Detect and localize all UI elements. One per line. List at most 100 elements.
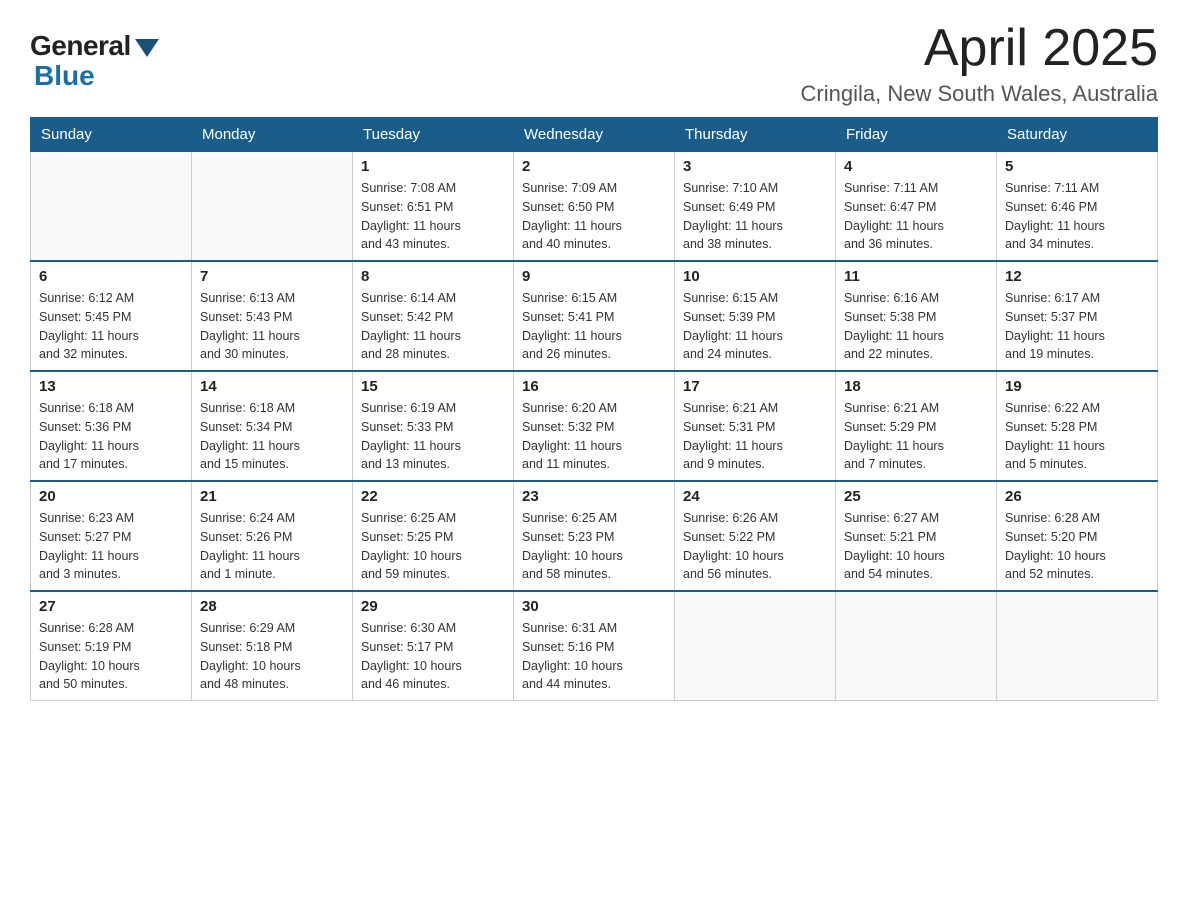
calendar-day-cell: 7Sunrise: 6:13 AM Sunset: 5:43 PM Daylig… — [192, 261, 353, 371]
day-number: 12 — [1005, 268, 1149, 285]
day-number: 21 — [200, 488, 344, 505]
day-number: 10 — [683, 268, 827, 285]
day-number: 17 — [683, 378, 827, 395]
day-info: Sunrise: 6:26 AM Sunset: 5:22 PM Dayligh… — [683, 509, 827, 584]
calendar-day-cell: 15 Sunrise: 6:19 AM Sunset: 5:33 PM Dayli… — [353, 371, 514, 481]
calendar-week-row: 1 Sunrise: 7:08 AM Sunset: 6:51 PM Daylig… — [31, 152, 1158, 262]
day-number: 8 — [361, 268, 505, 285]
calendar-week-row: 20Sunrise: 6:23 AM Sunset: 5:27 PM Dayli… — [31, 481, 1158, 591]
page-title: April 2025 — [801, 20, 1158, 77]
logo: General Blue — [30, 30, 159, 92]
day-info: Sunrise: 7:08 AM Sunset: 6:51 PM Dayligh… — [361, 179, 505, 254]
day-number: 3 — [683, 158, 827, 175]
day-info: Sunrise: 6:21 AM Sunset: 5:29 PM Dayligh… — [844, 399, 988, 474]
day-info: Sunrise: 6:22 AM Sunset: 5:28 PM Dayligh… — [1005, 399, 1149, 474]
day-info: Sunrise: 6:27 AM Sunset: 5:21 PM Dayligh… — [844, 509, 988, 584]
calendar-week-row: 27Sunrise: 6:28 AM Sunset: 5:19 PM Dayli… — [31, 591, 1158, 701]
calendar-day-cell: 8 Sunrise: 6:14 AM Sunset: 5:42 PM Daylig… — [353, 261, 514, 371]
day-number: 22 — [361, 488, 505, 505]
logo-arrow-icon — [135, 39, 159, 57]
day-info: Sunrise: 7:10 AM Sunset: 6:49 PM Dayligh… — [683, 179, 827, 254]
day-number: 14 — [200, 378, 344, 395]
weekday-header: Thursday — [675, 118, 836, 152]
day-number: 26 — [1005, 488, 1149, 505]
calendar-table: SundayMondayTuesdayWednesdayThursdayFrid… — [30, 117, 1158, 701]
calendar-day-cell: 4 Sunrise: 7:11 AM Sunset: 6:47 PM Daylig… — [836, 152, 997, 262]
calendar-day-cell: 26 Sunrise: 6:28 AM Sunset: 5:20 PM Dayli… — [997, 481, 1158, 591]
calendar-day-cell: 20Sunrise: 6:23 AM Sunset: 5:27 PM Dayli… — [31, 481, 192, 591]
day-info: Sunrise: 6:14 AM Sunset: 5:42 PM Dayligh… — [361, 289, 505, 364]
calendar-week-row: 13Sunrise: 6:18 AM Sunset: 5:36 PM Dayli… — [31, 371, 1158, 481]
day-info: Sunrise: 6:29 AM Sunset: 5:18 PM Dayligh… — [200, 619, 344, 694]
day-info: Sunrise: 6:23 AM Sunset: 5:27 PM Dayligh… — [39, 509, 183, 584]
logo-general-text: General — [30, 30, 131, 62]
page-header: General Blue April 2025 Cringila, New So… — [30, 20, 1158, 107]
calendar-day-cell: 9 Sunrise: 6:15 AM Sunset: 5:41 PM Daylig… — [514, 261, 675, 371]
day-info: Sunrise: 6:30 AM Sunset: 5:17 PM Dayligh… — [361, 619, 505, 694]
day-number: 4 — [844, 158, 988, 175]
day-info: Sunrise: 6:31 AM Sunset: 5:16 PM Dayligh… — [522, 619, 666, 694]
day-info: Sunrise: 6:24 AM Sunset: 5:26 PM Dayligh… — [200, 509, 344, 584]
day-number: 9 — [522, 268, 666, 285]
day-info: Sunrise: 6:13 AM Sunset: 5:43 PM Dayligh… — [200, 289, 344, 364]
calendar-day-cell: 11 Sunrise: 6:16 AM Sunset: 5:38 PM Dayli… — [836, 261, 997, 371]
calendar-day-cell: 29 Sunrise: 6:30 AM Sunset: 5:17 PM Dayli… — [353, 591, 514, 701]
weekday-header: Tuesday — [353, 118, 514, 152]
calendar-day-cell — [31, 152, 192, 262]
calendar-day-cell: 27Sunrise: 6:28 AM Sunset: 5:19 PM Dayli… — [31, 591, 192, 701]
calendar-day-cell: 18 Sunrise: 6:21 AM Sunset: 5:29 PM Dayli… — [836, 371, 997, 481]
day-number: 11 — [844, 268, 988, 285]
calendar-day-cell — [192, 152, 353, 262]
calendar-day-cell: 3 Sunrise: 7:10 AM Sunset: 6:49 PM Daylig… — [675, 152, 836, 262]
weekday-header: Wednesday — [514, 118, 675, 152]
day-info: Sunrise: 6:15 AM Sunset: 5:41 PM Dayligh… — [522, 289, 666, 364]
calendar-day-cell: 10 Sunrise: 6:15 AM Sunset: 5:39 PM Dayli… — [675, 261, 836, 371]
day-number: 18 — [844, 378, 988, 395]
calendar-day-cell — [997, 591, 1158, 701]
day-info: Sunrise: 6:15 AM Sunset: 5:39 PM Dayligh… — [683, 289, 827, 364]
day-info: Sunrise: 6:16 AM Sunset: 5:38 PM Dayligh… — [844, 289, 988, 364]
day-info: Sunrise: 7:11 AM Sunset: 6:46 PM Dayligh… — [1005, 179, 1149, 254]
weekday-header: Saturday — [997, 118, 1158, 152]
calendar-day-cell: 24 Sunrise: 6:26 AM Sunset: 5:22 PM Dayli… — [675, 481, 836, 591]
page-subtitle: Cringila, New South Wales, Australia — [801, 81, 1158, 107]
calendar-day-cell: 25Sunrise: 6:27 AM Sunset: 5:21 PM Dayli… — [836, 481, 997, 591]
day-number: 6 — [39, 268, 183, 285]
day-number: 16 — [522, 378, 666, 395]
day-info: Sunrise: 7:09 AM Sunset: 6:50 PM Dayligh… — [522, 179, 666, 254]
calendar-day-cell: 1 Sunrise: 7:08 AM Sunset: 6:51 PM Daylig… — [353, 152, 514, 262]
calendar-day-cell: 17Sunrise: 6:21 AM Sunset: 5:31 PM Dayli… — [675, 371, 836, 481]
weekday-header: Monday — [192, 118, 353, 152]
day-info: Sunrise: 6:18 AM Sunset: 5:34 PM Dayligh… — [200, 399, 344, 474]
day-info: Sunrise: 6:28 AM Sunset: 5:19 PM Dayligh… — [39, 619, 183, 694]
day-number: 23 — [522, 488, 666, 505]
day-info: Sunrise: 6:28 AM Sunset: 5:20 PM Dayligh… — [1005, 509, 1149, 584]
day-number: 1 — [361, 158, 505, 175]
calendar-day-cell: 6Sunrise: 6:12 AM Sunset: 5:45 PM Daylig… — [31, 261, 192, 371]
calendar-day-cell: 22 Sunrise: 6:25 AM Sunset: 5:25 PM Dayli… — [353, 481, 514, 591]
calendar-day-cell: 12 Sunrise: 6:17 AM Sunset: 5:37 PM Dayli… — [997, 261, 1158, 371]
day-info: Sunrise: 7:11 AM Sunset: 6:47 PM Dayligh… — [844, 179, 988, 254]
day-info: Sunrise: 6:19 AM Sunset: 5:33 PM Dayligh… — [361, 399, 505, 474]
day-info: Sunrise: 6:17 AM Sunset: 5:37 PM Dayligh… — [1005, 289, 1149, 364]
calendar-day-cell: 5 Sunrise: 7:11 AM Sunset: 6:46 PM Daylig… — [997, 152, 1158, 262]
weekday-header: Friday — [836, 118, 997, 152]
calendar-day-cell: 14 Sunrise: 6:18 AM Sunset: 5:34 PM Dayli… — [192, 371, 353, 481]
weekday-header: Sunday — [31, 118, 192, 152]
calendar-day-cell: 23 Sunrise: 6:25 AM Sunset: 5:23 PM Dayli… — [514, 481, 675, 591]
title-block: April 2025 Cringila, New South Wales, Au… — [801, 20, 1158, 107]
calendar-day-cell — [675, 591, 836, 701]
calendar-day-cell: 13Sunrise: 6:18 AM Sunset: 5:36 PM Dayli… — [31, 371, 192, 481]
day-number: 29 — [361, 598, 505, 615]
day-info: Sunrise: 6:25 AM Sunset: 5:23 PM Dayligh… — [522, 509, 666, 584]
calendar-day-cell: 30 Sunrise: 6:31 AM Sunset: 5:16 PM Dayli… — [514, 591, 675, 701]
day-number: 5 — [1005, 158, 1149, 175]
day-number: 19 — [1005, 378, 1149, 395]
logo-blue-text: Blue — [30, 60, 95, 92]
day-number: 24 — [683, 488, 827, 505]
calendar-header-row: SundayMondayTuesdayWednesdayThursdayFrid… — [31, 118, 1158, 152]
day-number: 30 — [522, 598, 666, 615]
day-number: 15 — [361, 378, 505, 395]
calendar-day-cell: 2Sunrise: 7:09 AM Sunset: 6:50 PM Daylig… — [514, 152, 675, 262]
day-info: Sunrise: 6:25 AM Sunset: 5:25 PM Dayligh… — [361, 509, 505, 584]
